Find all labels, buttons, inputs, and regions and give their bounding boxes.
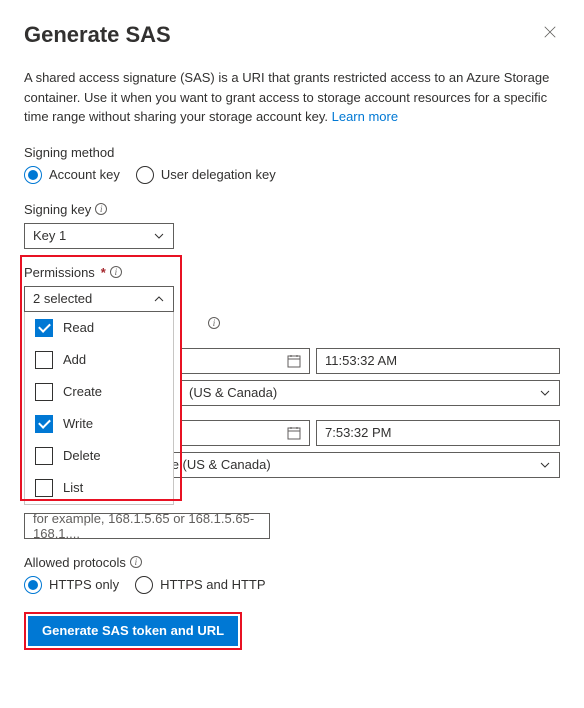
info-icon[interactable]: i: [130, 556, 142, 568]
info-icon[interactable]: i: [208, 317, 220, 329]
permissions-label: Permissions: [24, 265, 95, 280]
option-label: Read: [63, 320, 94, 335]
radio-icon: [136, 166, 154, 184]
info-icon[interactable]: i: [110, 266, 122, 278]
radio-icon: [24, 166, 42, 184]
calendar-icon: [287, 354, 301, 368]
learn-more-link[interactable]: Learn more: [332, 109, 398, 124]
calendar-icon: [287, 426, 301, 440]
start-timezone-select[interactable]: (US & Canada): [180, 380, 560, 406]
chevron-up-icon: [153, 293, 165, 305]
generate-sas-button[interactable]: Generate SAS token and URL: [28, 616, 238, 646]
permission-option-add[interactable]: Add: [25, 344, 173, 376]
signing-key-label: Signing key: [24, 202, 91, 217]
permission-option-delete[interactable]: Delete: [25, 440, 173, 472]
option-label: Delete: [63, 448, 101, 463]
expiry-time-value: 7:53:32 PM: [325, 425, 392, 440]
allowed-protocols-label: Allowed protocols: [24, 555, 126, 570]
permissions-dropdown-menu: Read Add Create Write Delete List: [24, 312, 174, 505]
checkbox-icon: [35, 415, 53, 433]
start-time-value: 11:53:32 AM: [325, 353, 397, 368]
radio-label-account-key: Account key: [49, 167, 120, 182]
close-button[interactable]: [540, 22, 560, 42]
allowed-ip-input[interactable]: for example, 168.1.5.65 or 168.1.5.65-16…: [24, 513, 270, 539]
permission-option-create[interactable]: Create: [25, 376, 173, 408]
radio-user-delegation[interactable]: User delegation key: [136, 166, 276, 184]
option-label: List: [63, 480, 83, 495]
highlight-generate-button: Generate SAS token and URL: [24, 612, 242, 650]
permissions-value: 2 selected: [33, 291, 92, 306]
radio-icon: [24, 576, 42, 594]
radio-https-only[interactable]: HTTPS only: [24, 576, 119, 594]
required-indicator: *: [101, 265, 106, 280]
radio-account-key[interactable]: Account key: [24, 166, 120, 184]
description-body: A shared access signature (SAS) is a URI…: [24, 70, 549, 124]
checkbox-icon: [35, 479, 53, 497]
option-label: Write: [63, 416, 93, 431]
expiry-time-input[interactable]: 7:53:32 PM: [316, 420, 560, 446]
signing-method-label: Signing method: [24, 145, 560, 160]
radio-label-https-http: HTTPS and HTTP: [160, 577, 265, 592]
option-label: Create: [63, 384, 102, 399]
expiry-date-input[interactable]: [180, 420, 310, 446]
permission-option-read[interactable]: Read: [25, 312, 173, 344]
radio-icon: [135, 576, 153, 594]
start-date-input[interactable]: [180, 348, 310, 374]
signing-key-select[interactable]: Key 1: [24, 223, 174, 249]
checkbox-icon: [35, 383, 53, 401]
permissions-select[interactable]: 2 selected: [24, 286, 174, 312]
checkbox-icon: [35, 447, 53, 465]
radio-https-and-http[interactable]: HTTPS and HTTP: [135, 576, 265, 594]
chevron-down-icon: [539, 387, 551, 399]
chevron-down-icon: [153, 230, 165, 242]
allowed-ip-placeholder: for example, 168.1.5.65 or 168.1.5.65-16…: [33, 511, 261, 541]
chevron-down-icon: [539, 459, 551, 471]
radio-label-https-only: HTTPS only: [49, 577, 119, 592]
permission-option-list[interactable]: List: [25, 472, 173, 504]
close-icon: [543, 25, 557, 39]
checkbox-icon: [35, 319, 53, 337]
page-title: Generate SAS: [24, 22, 171, 48]
description-text: A shared access signature (SAS) is a URI…: [24, 68, 560, 127]
start-timezone-value: (US & Canada): [189, 385, 277, 400]
checkbox-icon: [35, 351, 53, 369]
radio-label-user-delegation: User delegation key: [161, 167, 276, 182]
signing-key-value: Key 1: [33, 228, 66, 243]
permission-option-write[interactable]: Write: [25, 408, 173, 440]
start-time-input[interactable]: 11:53:32 AM: [316, 348, 560, 374]
info-icon[interactable]: i: [95, 203, 107, 215]
option-label: Add: [63, 352, 86, 367]
